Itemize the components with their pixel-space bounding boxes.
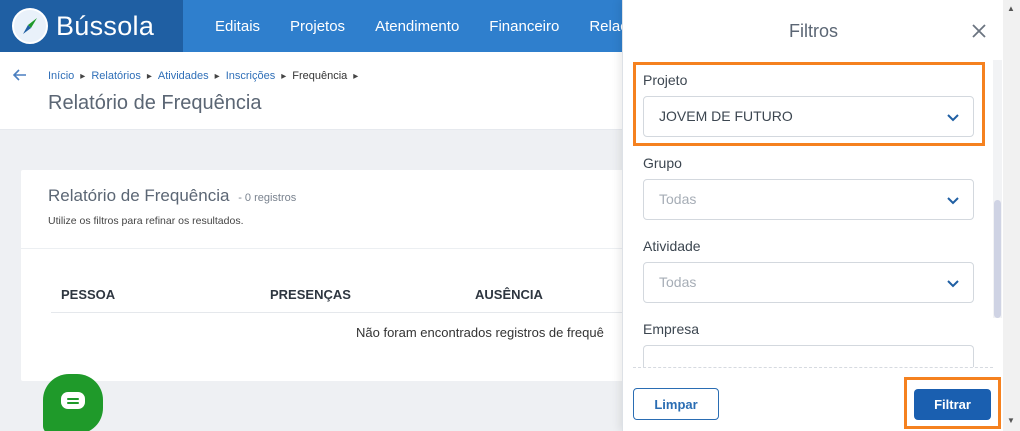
- chevron-down-icon: [946, 276, 960, 290]
- empty-state-message: Não foram encontrados registros de frequ…: [356, 325, 604, 340]
- nav-item-atendimento[interactable]: Atendimento: [360, 18, 474, 35]
- breadcrumb-separator-icon: ▸: [80, 70, 86, 82]
- scroll-down-arrow-icon[interactable]: ▼: [1007, 416, 1015, 425]
- breadcrumb-link-inscricoes[interactable]: Inscrições: [226, 70, 276, 82]
- column-header-ausencia[interactable]: AUSÊNCIA: [475, 287, 543, 302]
- nav-item-projetos[interactable]: Projetos: [275, 18, 360, 35]
- main-nav: Editais Projetos Atendimento Financeiro …: [200, 0, 643, 52]
- breadcrumb-separator-icon: ▸: [281, 70, 287, 82]
- card-title-text: Relatório de Frequência: [48, 186, 230, 205]
- breadcrumb-link-relatorios[interactable]: Relatórios: [91, 70, 141, 82]
- table-header-divider: [51, 312, 661, 313]
- company-select[interactable]: [643, 345, 974, 367]
- compass-icon: [12, 8, 48, 44]
- project-field-label: Projeto: [643, 72, 688, 88]
- brand-name: Bússola: [56, 10, 155, 41]
- chat-button[interactable]: [43, 374, 103, 431]
- page-title: Relatório de Frequência: [48, 92, 262, 114]
- filters-panel: Filtros Projeto JOVEM DE FUTURO Grupo To…: [622, 0, 1003, 431]
- activity-select[interactable]: Todas: [643, 262, 974, 303]
- card-subtitle: Utilize os filtros para refinar os resul…: [48, 215, 244, 227]
- report-card: Relatório de Frequência - 0 registros Ut…: [21, 170, 661, 381]
- nav-item-financeiro[interactable]: Financeiro: [474, 18, 574, 35]
- group-select-value: Todas: [659, 191, 697, 207]
- filters-panel-header: Filtros: [623, 0, 1004, 60]
- card-divider: [21, 248, 661, 249]
- group-select[interactable]: Todas: [643, 179, 974, 220]
- back-arrow-icon[interactable]: [12, 66, 27, 87]
- group-field-label: Grupo: [643, 155, 682, 171]
- column-header-pessoa[interactable]: PESSOA: [61, 287, 115, 302]
- filters-panel-title: Filtros: [789, 21, 838, 41]
- breadcrumb-separator-icon: ▸: [146, 70, 152, 82]
- close-icon[interactable]: [969, 21, 989, 41]
- filter-button[interactable]: Filtrar: [914, 389, 991, 420]
- chevron-down-icon: [946, 110, 960, 124]
- breadcrumb: Início ▸ Relatórios ▸ Atividades ▸ Inscr…: [48, 70, 364, 82]
- breadcrumb-current: Frequência: [292, 70, 348, 82]
- nav-item-editais[interactable]: Editais: [200, 18, 275, 35]
- project-select-value: JOVEM DE FUTURO: [659, 108, 793, 124]
- footer-divider: [633, 367, 993, 368]
- breadcrumb-link-atividades[interactable]: Atividades: [158, 70, 209, 82]
- brand-logo[interactable]: Bússola: [0, 0, 183, 52]
- activity-field-label: Atividade: [643, 238, 701, 254]
- breadcrumb-separator-icon: ▸: [214, 70, 220, 82]
- breadcrumb-separator-icon: ▸: [353, 70, 359, 82]
- chat-icon: [60, 391, 86, 418]
- card-title: Relatório de Frequência - 0 registros: [48, 186, 296, 206]
- column-header-presencas[interactable]: PRESENÇAS: [270, 287, 351, 302]
- company-field-label: Empresa: [643, 321, 700, 337]
- activity-select-value: Todas: [659, 274, 697, 290]
- scroll-up-arrow-icon[interactable]: ▲: [1007, 4, 1015, 13]
- chevron-down-icon: [946, 193, 960, 207]
- window-scrollbar[interactable]: ▲ ▼: [1003, 0, 1020, 431]
- record-count: - 0 registros: [238, 192, 297, 204]
- clear-button[interactable]: Limpar: [633, 388, 719, 420]
- breadcrumb-link-inicio[interactable]: Início: [48, 70, 74, 82]
- filters-scrollbar-thumb[interactable]: [994, 200, 1001, 318]
- project-select[interactable]: JOVEM DE FUTURO: [643, 96, 974, 137]
